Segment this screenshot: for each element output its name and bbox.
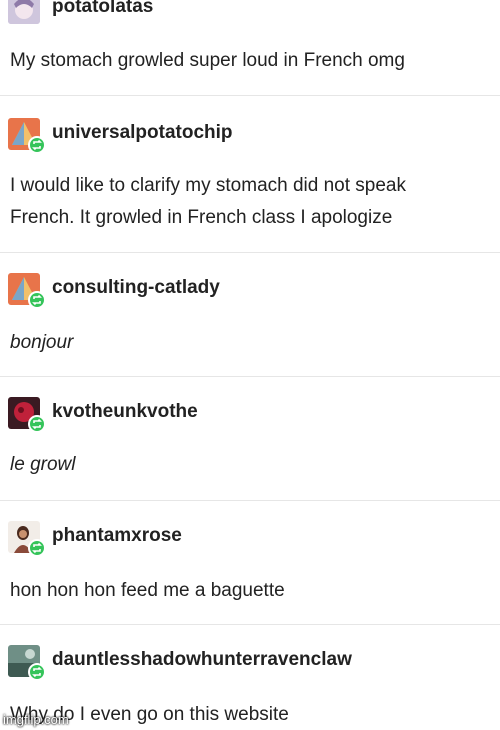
post-text-line-2: French. It growled in French class I apo… bbox=[10, 207, 393, 228]
reblog-icon bbox=[28, 663, 46, 681]
post-text: My stomach growled super loud in French … bbox=[10, 50, 405, 71]
post-universalpotatochip: universalpotatochip I would like to clar… bbox=[0, 96, 500, 244]
reblog-icon bbox=[28, 136, 46, 154]
imgflip-watermark: imgflip.com bbox=[3, 712, 69, 727]
username[interactable]: kvotheunkvothe bbox=[52, 401, 198, 423]
username[interactable]: potatolatas bbox=[52, 0, 153, 18]
post-text: bonjour bbox=[10, 332, 74, 353]
post-text-line-1: I would like to clarify my stomach did n… bbox=[10, 175, 407, 196]
username[interactable]: phantamxrose bbox=[52, 525, 182, 547]
username[interactable]: dauntlesshadowhunterravenclaw bbox=[52, 649, 352, 671]
post-header: phantamxrose bbox=[8, 521, 488, 561]
username[interactable]: consulting-catlady bbox=[52, 277, 220, 299]
post-dauntlesshadowhunterravenclaw: dauntlesshadowhunterravenclaw Why do I e… bbox=[0, 625, 500, 730]
avatar[interactable] bbox=[8, 0, 40, 24]
post-header: potatolatas bbox=[8, 0, 488, 32]
post-header: universalpotatochip bbox=[8, 118, 488, 158]
post-phantamxrose: phantamxrose hon hon hon feed me a bague… bbox=[0, 501, 500, 623]
post-header: kvotheunkvothe bbox=[8, 397, 488, 437]
reblog-icon bbox=[28, 291, 46, 309]
reblog-icon bbox=[28, 415, 46, 433]
post-consulting-catlady: consulting-catlady bonjour bbox=[0, 253, 500, 375]
post-text: hon hon hon feed me a baguette bbox=[10, 580, 285, 601]
post-header: consulting-catlady bbox=[8, 273, 488, 313]
username[interactable]: universalpotatochip bbox=[52, 122, 233, 144]
post-potatolatas: potatolatas My stomach growled super lou… bbox=[0, 0, 500, 95]
post-kvotheunkvothe: kvotheunkvothe le growl bbox=[0, 377, 500, 499]
reblog-icon bbox=[28, 539, 46, 557]
post-header: dauntlesshadowhunterravenclaw bbox=[8, 645, 488, 685]
post-text: le growl bbox=[10, 454, 76, 475]
post-text: Why do I even go on this website bbox=[10, 704, 289, 725]
